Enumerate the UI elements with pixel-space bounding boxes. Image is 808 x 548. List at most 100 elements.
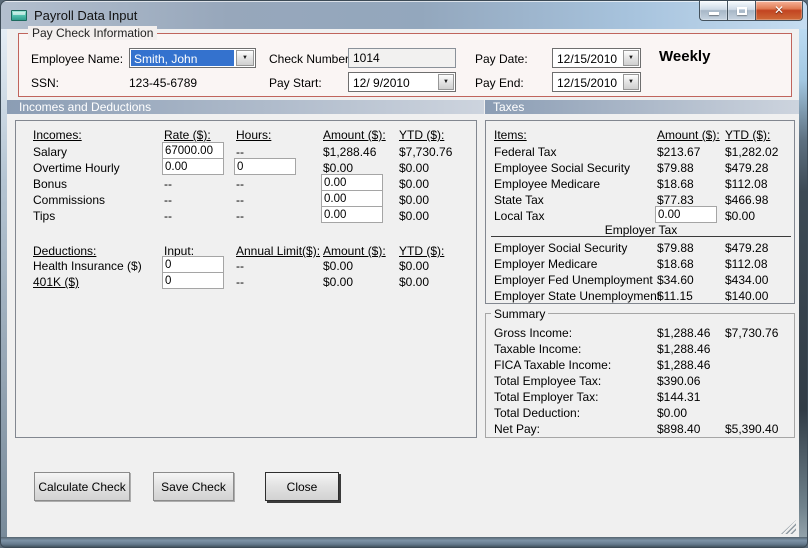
local-tax-input[interactable] [655,206,717,223]
pay-start-value: 12/ 9/2010 [353,76,410,90]
income-row-amount: $1,288.46 [323,145,377,159]
chevron-down-icon[interactable]: ▼ [623,74,639,90]
income-row-amount: $0.00 [323,161,354,175]
tax-row-amount: $11.15 [657,289,693,303]
local-tax-label: Local Tax [494,209,545,223]
check-number-field[interactable]: 1014 [348,48,456,68]
overtime-hours-input[interactable] [234,158,296,175]
tax-row-label: Employer Fed Unemployment [494,273,653,287]
window-controls: ✕ [699,1,803,21]
tax-row-ytd: $479.28 [725,161,769,175]
pay-date-label: Pay Date: [475,52,528,66]
summary-row-label: Taxable Income: [494,342,582,356]
tax-row-ytd: $479.28 [725,241,769,255]
income-row-rate: -- [164,209,172,223]
summary-row-amount: $390.06 [657,374,701,388]
income-col-header: Incomes: [33,128,82,142]
pay-start-label: Pay Start: [269,76,322,90]
pay-frequency-badge: Weekly [659,48,711,65]
summary-row-label: Total Deduction: [494,406,581,420]
employee-name-combobox[interactable]: Smith, John ▼ [129,48,256,68]
close-button[interactable]: ✕ [755,1,803,21]
health-insurance-input[interactable] [162,256,224,273]
income-row-label: Salary [33,145,68,159]
summary-row-label: FICA Taxable Income: [494,358,612,372]
deduction-row-limit: -- [236,275,244,289]
window-border-bottom [1,537,807,547]
income-row-rate: -- [164,177,172,191]
chevron-down-icon[interactable]: ▼ [438,74,454,90]
deduction-row-amount: $0.00 [323,259,354,273]
incomes-section-bar: Incomes and Deductions [7,100,484,114]
tips-amount-input[interactable] [321,206,383,223]
income-col-header: Rate ($): [164,128,211,142]
deduction-row-ytd: $0.00 [399,275,430,289]
paycheck-info-group-label: Pay Check Information [28,26,158,40]
summary-row-ytd: $5,390.40 [725,422,779,436]
tax-row-ytd: $140.00 [725,289,769,303]
window-title: Payroll Data Input [34,8,138,23]
overtime-rate-input[interactable] [162,158,224,175]
maximize-icon [737,7,747,15]
save-check-button[interactable]: Save Check [153,472,234,501]
ssn-label: SSN: [31,76,60,90]
bonus-amount-input[interactable] [321,174,383,191]
chevron-down-icon[interactable]: ▼ [623,50,639,66]
pay-end-picker[interactable]: 12/15/2010 ▼ [552,72,641,92]
income-row-hours: -- [236,209,244,223]
tax-row-amount: $77.83 [657,193,694,207]
app-icon [11,10,27,21]
incomes-section-title: Incomes and Deductions [19,100,152,114]
tax-row-label: Federal Tax [494,145,557,159]
screen: Payroll Data Input ✕ Pay Check Informati… [0,0,808,548]
maximize-button[interactable] [727,1,755,21]
pay-start-picker[interactable]: 12/ 9/2010 ▼ [348,72,456,92]
summary-row-amount: $144.31 [657,390,701,404]
income-row-ytd: $0.00 [399,161,430,175]
tax-row-label: Employer State Unemployment [494,289,661,303]
titlebar[interactable]: Payroll Data Input ✕ [1,1,807,29]
ssn-value: 123-45-6789 [129,76,198,90]
close-check-button[interactable]: Close [265,472,339,501]
deduction-401k-link[interactable]: 401K ($) [33,275,79,289]
income-col-header: Amount ($): [323,128,386,142]
tax-row-ytd: $434.00 [725,273,769,287]
tax-row-ytd: $1,282.02 [725,145,779,159]
salary-rate-input[interactable] [162,142,224,159]
pay-end-label: Pay End: [475,76,524,90]
summary-row-amount: $0.00 [657,406,688,420]
income-row-ytd: $0.00 [399,177,430,191]
income-row-rate: -- [164,193,172,207]
taxes-section-title: Taxes [493,100,525,114]
deduction-row-label: Health Insurance ($) [33,259,142,273]
check-number-label: Check Number: [269,52,353,66]
close-icon: ✕ [773,3,785,17]
chevron-down-icon[interactable]: ▼ [236,50,254,66]
tax-row-label: Employee Social Security [494,161,631,175]
401k-input[interactable] [162,272,224,289]
summary-row-amount: $1,288.46 [657,342,711,356]
income-row-ytd: $7,730.76 [399,145,453,159]
income-row-hours: -- [236,193,244,207]
summary-row-label: Total Employer Tax: [494,390,599,404]
tax-col-header: Items: [494,128,527,142]
tax-row-ytd: $112.08 [725,177,768,191]
income-row-label: Tips [33,209,56,223]
window-border-right [799,29,807,537]
employer-tax-group-label: Employer Tax [604,223,678,237]
commissions-amount-input[interactable] [321,190,383,207]
taxes-section-bar: Taxes [485,100,799,114]
pay-end-value: 12/15/2010 [557,76,618,90]
calculate-check-button[interactable]: Calculate Check [34,472,130,501]
local-tax-ytd: $0.00 [725,209,756,223]
minimize-icon [709,12,719,15]
summary-row-amount: $1,288.46 [657,358,711,372]
tax-row-amount: $34.60 [657,273,694,287]
deduction-col-header: YTD ($): [399,244,445,258]
window-border-left [1,29,7,537]
minimize-button[interactable] [699,1,727,21]
deduction-row-amount: $0.00 [323,275,354,289]
tax-col-header: YTD ($): [725,128,771,142]
tax-row-label: Employee Medicare [494,177,601,191]
pay-date-picker[interactable]: 12/15/2010 ▼ [552,48,641,68]
